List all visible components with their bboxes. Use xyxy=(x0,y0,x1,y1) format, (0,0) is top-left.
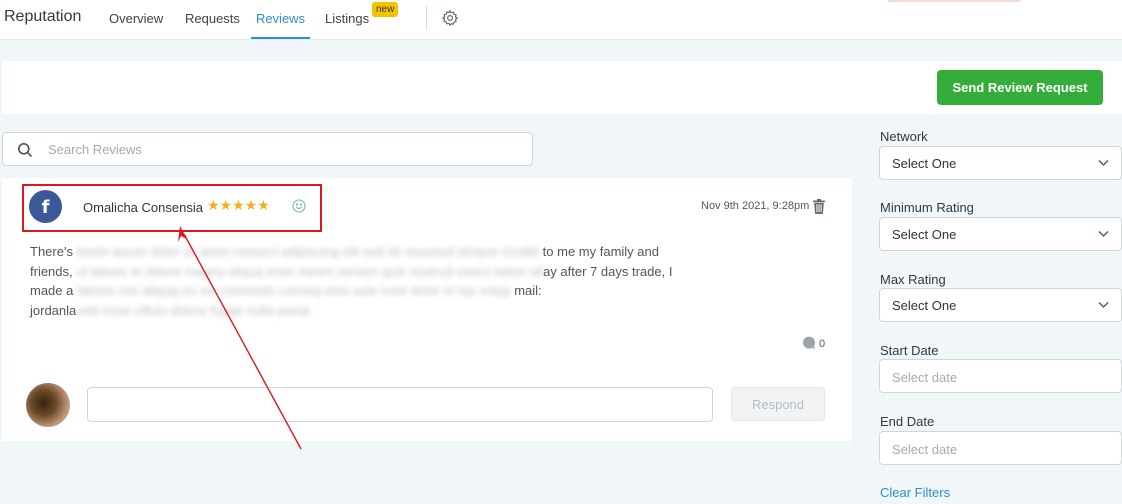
top-accent-bar xyxy=(888,0,1020,2)
respond-button[interactable]: Respond xyxy=(731,387,825,421)
search-box[interactable] xyxy=(2,132,533,166)
start-date-input[interactable]: Select date xyxy=(879,359,1122,393)
max-rating-label: Max Rating xyxy=(880,272,946,287)
min-rating-select[interactable]: Select One xyxy=(879,217,1122,251)
network-select-value: Select One xyxy=(892,156,957,171)
review-line-2: friends, ut labore et dolore magna aliqu… xyxy=(30,263,673,279)
tab-listings[interactable]: Listings xyxy=(325,11,369,39)
comment-count: 0 xyxy=(819,338,826,350)
max-rating-select-value: Select One xyxy=(892,298,957,313)
network-select[interactable]: Select One xyxy=(879,146,1122,180)
start-date-label: Start Date xyxy=(880,343,939,358)
avatar xyxy=(26,383,70,427)
chevron-down-icon xyxy=(1098,231,1109,237)
review-line-1: There's lorem ipsum dolor sit amet conse… xyxy=(30,244,659,259)
comment-icon[interactable] xyxy=(802,336,816,350)
search-icon xyxy=(18,143,33,158)
annotation-highlight-box xyxy=(22,184,322,232)
max-rating-select[interactable]: Select One xyxy=(879,288,1122,322)
tab-reviews[interactable]: Reviews xyxy=(251,11,310,39)
send-review-request-button[interactable]: Send Review Request xyxy=(937,70,1103,105)
new-badge: new xyxy=(372,2,399,17)
gear-icon[interactable] xyxy=(441,9,459,27)
review-date: Nov 9th 2021, 9:28pm xyxy=(701,200,810,212)
review-text: There's lorem ipsum dolor sit amet conse… xyxy=(30,242,830,320)
search-input[interactable] xyxy=(48,139,518,159)
end-date-label: End Date xyxy=(880,414,935,429)
min-rating-label: Minimum Rating xyxy=(880,200,974,215)
brand-title: Reputation xyxy=(4,8,82,25)
review-line-3: made a laboris nisi aliquip ex ea commod… xyxy=(30,283,542,298)
tab-requests[interactable]: Requests xyxy=(185,11,240,39)
trash-icon[interactable] xyxy=(812,199,826,214)
reply-input[interactable] xyxy=(87,387,713,422)
end-date-placeholder: Select date xyxy=(892,442,958,457)
top-nav: Reputation Overview Requests Reviews Lis… xyxy=(0,0,1122,40)
end-date-input[interactable]: Select date xyxy=(879,431,1122,465)
network-label: Network xyxy=(880,129,928,144)
review-line-4: jordanlavelit esse cillum dolore fugiat … xyxy=(30,302,310,318)
chevron-down-icon xyxy=(1098,160,1109,166)
clear-filters-link[interactable]: Clear Filters xyxy=(880,485,950,500)
chevron-down-icon xyxy=(1098,302,1109,308)
nav-divider xyxy=(426,6,427,30)
start-date-placeholder: Select date xyxy=(892,370,958,385)
tab-overview[interactable]: Overview xyxy=(109,11,163,39)
min-rating-select-value: Select One xyxy=(892,227,957,242)
